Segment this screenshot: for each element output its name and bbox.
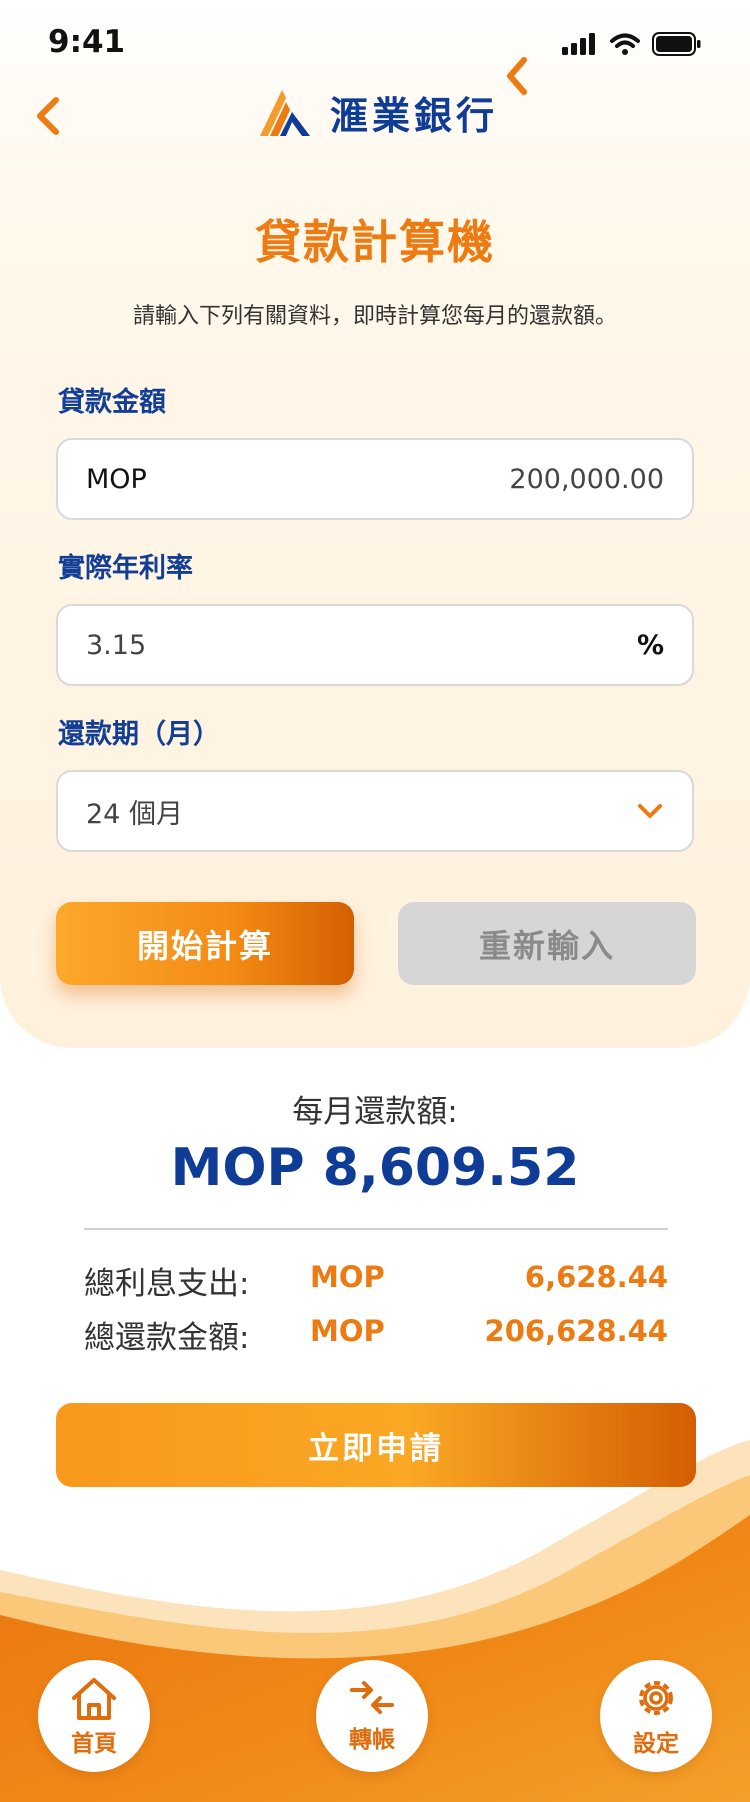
nav-transfer[interactable]: 轉帳 [316, 1660, 428, 1772]
apply-now-button[interactable]: 立即申請 [56, 1403, 696, 1487]
interest-rate-value: 3.15 [86, 629, 147, 661]
nav-settings[interactable]: 設定 [600, 1660, 712, 1772]
term-select[interactable]: 24 個月 [56, 770, 694, 852]
total-interest-row: 總利息支出: MOP 6,628.44 [84, 1258, 668, 1302]
total-repayment-amount: 206,628.44 [484, 1314, 668, 1348]
signal-icon [562, 33, 595, 55]
total-repayment-currency: MOP [310, 1314, 385, 1348]
chevron-down-icon [638, 804, 662, 818]
loan-amount-value: 200,000.00 [509, 463, 664, 495]
bank-name: 滙業銀行 [330, 93, 499, 138]
total-interest-currency: MOP [310, 1260, 385, 1294]
bank-logo-mark [260, 90, 310, 136]
term-selected-value: 24 個月 [86, 798, 183, 830]
calculate-button[interactable]: 開始計算 [56, 902, 354, 985]
total-interest-label: 總利息支出: [84, 1266, 250, 1302]
loan-amount-label: 貸款金額 [58, 387, 166, 418]
interest-rate-label: 實際年利率 [58, 553, 193, 584]
nav-transfer-label: 轉帳 [349, 1727, 395, 1753]
page-subtitle: 請輸入下列有關資料，即時計算您每月的還款額。 [132, 304, 617, 329]
calculator-panel [0, 0, 750, 1048]
term-label: 還款期（月） [58, 719, 220, 750]
wifi-icon [610, 33, 640, 55]
divider [84, 1228, 668, 1230]
total-repayment-row: 總還款金額: MOP 206,628.44 [84, 1312, 668, 1356]
page-title: 貸款計算機 [255, 215, 495, 269]
total-repayment-label: 總還款金額: [84, 1320, 250, 1356]
status-icons [562, 32, 702, 56]
home-icon [72, 1678, 116, 1720]
nav-settings-label: 設定 [633, 1731, 679, 1757]
loan-amount-currency: MOP [86, 463, 147, 495]
total-interest-amount: 6,628.44 [524, 1260, 668, 1294]
monthly-payment-value: MOP 8,609.52 [170, 1138, 580, 1198]
bank-logo: 滙業銀行 [256, 84, 498, 140]
interest-rate-field[interactable]: 3.15 % [56, 604, 694, 686]
nav-home[interactable]: 首頁 [38, 1660, 150, 1772]
monthly-payment-label: 每月還款額: [292, 1094, 458, 1130]
percent-suffix: % [636, 629, 664, 661]
transfer-icon [350, 1681, 394, 1714]
back-icon-secondary[interactable] [500, 54, 534, 98]
gear-icon [639, 1681, 673, 1715]
nav-home-label: 首頁 [71, 1731, 117, 1757]
back-icon[interactable] [28, 92, 68, 140]
status-time: 9:41 [48, 24, 126, 60]
reset-button[interactable]: 重新輸入 [398, 902, 696, 985]
battery-icon [652, 32, 701, 56]
loan-amount-field[interactable]: MOP 200,000.00 [56, 438, 694, 520]
